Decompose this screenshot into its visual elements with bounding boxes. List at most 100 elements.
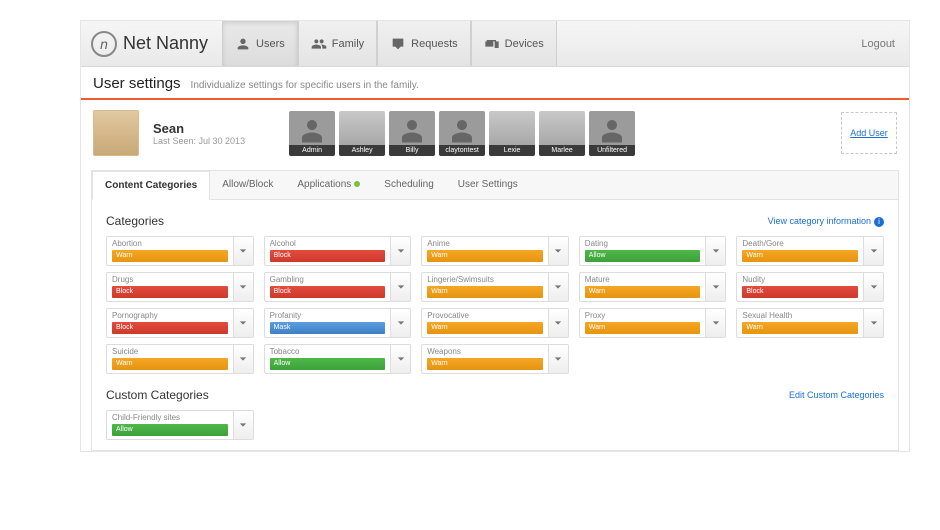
category-action-bar: Block xyxy=(270,250,386,262)
category-main: AlcoholBlock xyxy=(265,237,391,265)
category-cell: GamblingBlock xyxy=(264,272,412,302)
add-user-button[interactable]: Add User xyxy=(841,112,897,154)
category-dropdown-button[interactable] xyxy=(705,237,725,265)
user-tile[interactable]: Admin xyxy=(289,111,335,156)
nav-family[interactable]: Family xyxy=(298,21,377,66)
user-tile[interactable]: Unfiltered xyxy=(589,111,635,156)
category-dropdown-button[interactable] xyxy=(863,237,883,265)
category-action-bar: Warn xyxy=(585,286,701,298)
current-user-lastseen: Last Seen: Jul 30 2013 xyxy=(153,136,245,146)
current-user-name: Sean xyxy=(153,121,245,136)
category-name: Tobacco xyxy=(270,348,386,356)
brand-logo-icon: n xyxy=(91,31,117,57)
user-tile[interactable]: claytontest xyxy=(439,111,485,156)
user-icon xyxy=(235,36,251,52)
category-main: GamblingBlock xyxy=(265,273,391,301)
chevron-down-icon xyxy=(554,319,562,327)
status-dot-icon xyxy=(354,181,360,187)
category-name: Nudity xyxy=(742,276,858,284)
category-dropdown-button[interactable] xyxy=(390,237,410,265)
nav-users[interactable]: Users xyxy=(222,21,298,66)
category-dropdown-button[interactable] xyxy=(863,273,883,301)
category-cell: Lingerie/SwimsuitsWarn xyxy=(421,272,569,302)
user-tile[interactable]: Billy xyxy=(389,111,435,156)
category-name: Provocative xyxy=(427,312,543,320)
user-tile-avatar xyxy=(489,111,535,145)
category-dropdown-button[interactable] xyxy=(548,309,568,337)
category-dropdown-button[interactable] xyxy=(548,345,568,373)
category-cell: ProfanityMask xyxy=(264,308,412,338)
tab-scheduling[interactable]: Scheduling xyxy=(372,171,445,199)
current-user-avatar[interactable] xyxy=(93,110,139,156)
category-dropdown-button[interactable] xyxy=(705,309,725,337)
category-main: DrugsBlock xyxy=(107,273,233,301)
user-tile-label: Billy xyxy=(389,145,435,156)
category-dropdown-button[interactable] xyxy=(233,411,253,439)
chevron-down-icon xyxy=(239,421,247,429)
category-cell: Death/GoreWarn xyxy=(736,236,884,266)
category-action-bar: Warn xyxy=(112,358,228,370)
nav-devices[interactable]: Devices xyxy=(471,21,557,66)
category-cell: Tobacco Allow xyxy=(264,344,412,374)
custom-categories-heading: Custom Categories xyxy=(106,388,209,402)
category-dropdown-button[interactable] xyxy=(863,309,883,337)
category-action-bar: Allow xyxy=(270,358,386,370)
user-tile-label: claytontest xyxy=(439,145,485,156)
page-title: User settings xyxy=(93,75,181,92)
category-action-bar: Warn xyxy=(742,322,858,334)
category-name: Dating xyxy=(585,240,701,248)
category-main: ProfanityMask xyxy=(265,309,391,337)
tab-applications[interactable]: Applications xyxy=(285,171,372,199)
category-dropdown-button[interactable] xyxy=(390,273,410,301)
user-tile-label: Admin xyxy=(289,145,335,156)
category-cell: DrugsBlock xyxy=(106,272,254,302)
category-action-bar: Block xyxy=(742,286,858,298)
category-cell: AbortionWarn xyxy=(106,236,254,266)
chevron-down-icon xyxy=(712,247,720,255)
category-dropdown-button[interactable] xyxy=(233,237,253,265)
custom-categories-grid: Child-Friendly sitesAllow xyxy=(106,410,884,440)
view-category-info-link[interactable]: View category informationi xyxy=(768,216,884,227)
category-action-bar: Warn xyxy=(742,250,858,262)
chevron-down-icon xyxy=(712,319,720,327)
user-tile[interactable]: Lexie xyxy=(489,111,535,156)
logout-link[interactable]: Logout xyxy=(861,38,909,50)
category-main: SuicideWarn xyxy=(107,345,233,373)
category-name: Mature xyxy=(585,276,701,284)
settings-subtabs: Content Categories Allow/Block Applicati… xyxy=(92,171,898,200)
category-dropdown-button[interactable] xyxy=(705,273,725,301)
nav-requests[interactable]: Requests xyxy=(377,21,470,66)
info-icon: i xyxy=(874,217,884,227)
chevron-down-icon xyxy=(554,283,562,291)
user-tile[interactable]: Marlee xyxy=(539,111,585,156)
tab-user-settings[interactable]: User Settings xyxy=(446,171,530,199)
category-main: Tobacco Allow xyxy=(265,345,391,373)
category-dropdown-button[interactable] xyxy=(548,237,568,265)
requests-icon xyxy=(390,36,406,52)
chevron-down-icon xyxy=(554,247,562,255)
category-dropdown-button[interactable] xyxy=(390,345,410,373)
tab-content-categories[interactable]: Content Categories xyxy=(92,171,210,200)
chevron-down-icon xyxy=(239,283,247,291)
user-tile[interactable]: Ashley xyxy=(339,111,385,156)
category-cell: Mature Warn xyxy=(579,272,727,302)
chevron-down-icon xyxy=(239,247,247,255)
category-dropdown-button[interactable] xyxy=(233,273,253,301)
category-main: PornographyBlock xyxy=(107,309,233,337)
category-dropdown-button[interactable] xyxy=(233,345,253,373)
category-main: ProxyWarn xyxy=(580,309,706,337)
category-main: Provocative Warn xyxy=(422,309,548,337)
edit-custom-categories-link[interactable]: Edit Custom Categories xyxy=(789,390,884,400)
tab-allow-block[interactable]: Allow/Block xyxy=(210,171,285,199)
chevron-down-icon xyxy=(712,283,720,291)
category-main: Sexual HealthWarn xyxy=(737,309,863,337)
user-tile-avatar xyxy=(439,111,485,145)
category-cell: PornographyBlock xyxy=(106,308,254,338)
nav-requests-label: Requests xyxy=(411,38,457,50)
category-cell: DatingAllow xyxy=(579,236,727,266)
category-dropdown-button[interactable] xyxy=(390,309,410,337)
category-dropdown-button[interactable] xyxy=(233,309,253,337)
category-dropdown-button[interactable] xyxy=(548,273,568,301)
category-main: Child-Friendly sitesAllow xyxy=(107,411,233,439)
category-action-bar: Warn xyxy=(427,322,543,334)
